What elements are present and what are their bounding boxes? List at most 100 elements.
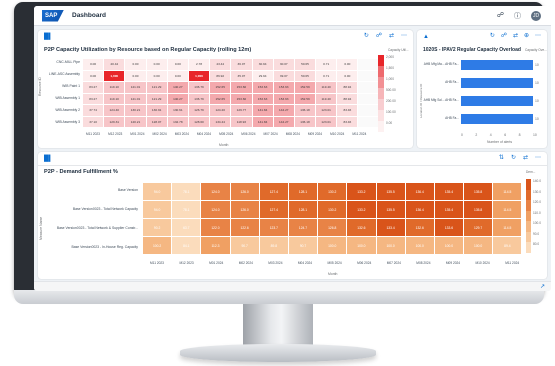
refresh-icon[interactable]: ↻ (364, 32, 369, 39)
heatmap-cell[interactable]: 29.94 (251, 69, 274, 82)
heatmap-cell[interactable]: 153.63 (251, 92, 274, 105)
heatmap-cell[interactable]: 135.4 (433, 182, 465, 201)
heatmap-cell[interactable]: 2.78 (187, 58, 211, 71)
heatmap-cell[interactable]: 63.7 (171, 218, 202, 237)
heatmap-cell[interactable] (357, 104, 380, 117)
link-icon[interactable]: ☍ (376, 32, 382, 39)
zoom-icon[interactable]: ⊕ (524, 32, 529, 39)
heatmap-cell[interactable]: 0.00 (81, 58, 105, 71)
heatmap-cell[interactable]: 136.79 (187, 81, 211, 94)
heatmap-cell[interactable]: 0.00 (145, 69, 168, 82)
heatmap-cell[interactable]: 83.46 (336, 115, 359, 128)
heatmap-cell[interactable]: 84.1 (171, 236, 202, 255)
heatmap-cell[interactable]: 124.0 (200, 200, 231, 219)
heatmap-cell[interactable]: 39.07 (272, 69, 295, 82)
heatmap-cell[interactable]: 132.6 (346, 218, 377, 237)
heatmap-cell[interactable]: 130.2 (317, 182, 348, 201)
heatmap-cell[interactable]: 133.2 (346, 182, 377, 201)
heatmap-cell[interactable]: 120.21 (124, 115, 147, 128)
heatmap-cell[interactable]: 90.2 (141, 218, 173, 237)
heatmap-cell[interactable]: 130.91 (145, 104, 168, 117)
heatmap-cell[interactable]: 124.20 (209, 104, 232, 117)
heatmap-cell[interactable]: 94.0 (141, 200, 173, 219)
heatmap-cell[interactable]: 1,000 (103, 69, 126, 82)
heatmap-cell[interactable]: 100.0 (463, 236, 494, 255)
heatmap-cell[interactable]: 88.94 (336, 81, 359, 94)
heatmap-cell[interactable]: 122.6 (229, 218, 260, 237)
heatmap-cell[interactable]: 141.84 (251, 104, 274, 117)
heatmap-cell[interactable]: 100.0 (404, 236, 435, 255)
heatmap-cell[interactable]: 126.0 (229, 200, 260, 219)
heatmap-cell[interactable]: 152.59 (293, 81, 317, 94)
heatmap-cell[interactable]: 133.4 (375, 218, 406, 237)
heatmap-cell[interactable]: 128.07 (145, 115, 168, 128)
heatmap-cell[interactable]: 114.5 (492, 218, 523, 237)
heatmap-cell[interactable]: 152.65 (209, 81, 232, 94)
refresh-icon[interactable]: ↻ (511, 154, 516, 161)
heatmap-cell[interactable]: 30.07 (272, 58, 295, 71)
heatmap-cell[interactable]: 83.46 (336, 104, 359, 117)
heatmap-cell[interactable]: 0.00 (336, 58, 359, 71)
heatmap-cell[interactable]: 127.4 (258, 200, 289, 219)
heatmap-cell[interactable]: 135.8 (463, 200, 494, 219)
heatmap-cell[interactable]: 40.44 (103, 58, 126, 71)
heatmap-cell[interactable]: 35.07 (230, 69, 253, 82)
heatmap-cell[interactable]: 130.61 (166, 104, 189, 117)
heatmap-cell[interactable]: 89.4 (492, 236, 523, 255)
heatmap-cell[interactable]: 83.27 (81, 81, 105, 94)
heatmap-cell[interactable]: 153.63 (272, 92, 295, 105)
heatmap-cell[interactable]: 123.7 (258, 218, 289, 237)
heatmap-cell[interactable]: 0.71 (315, 69, 338, 82)
heatmap-cell[interactable]: 0.00 (336, 69, 359, 82)
heatmap-cell[interactable]: 119.10 (103, 92, 126, 105)
bar-mark[interactable] (461, 96, 533, 106)
heatmap-cell[interactable]: 140.27 (166, 81, 189, 94)
heatmap-cell[interactable]: 0.00 (166, 58, 189, 71)
heatmap-cell[interactable]: 0.00 (124, 69, 147, 82)
heatmap-cell[interactable]: 0.00 (166, 69, 189, 82)
heatmap-cell[interactable]: 130.2 (317, 200, 348, 219)
heatmap-cell[interactable]: 136.4 (404, 182, 435, 201)
heatmap-cell[interactable]: 136.18 (293, 115, 317, 128)
help-icon[interactable]: ⓘ (514, 11, 521, 21)
heatmap-cell[interactable]: 136.4 (404, 200, 435, 219)
heatmap-cell[interactable]: 119.10 (103, 81, 126, 94)
heatmap-cell[interactable]: 129.7 (463, 218, 494, 237)
heatmap-cell[interactable]: 129.31 (103, 115, 126, 128)
heatmap-cell[interactable] (357, 58, 380, 71)
avatar[interactable]: JD (531, 11, 541, 21)
heatmap-cell[interactable]: 0.00 (145, 58, 168, 71)
heatmap-cell[interactable]: 119.40 (315, 92, 338, 105)
heatmap-cell[interactable]: 50.65 (293, 58, 317, 71)
heatmap-cell[interactable]: 152.65 (209, 92, 232, 105)
heatmap-cell[interactable]: 37.10 (81, 115, 105, 128)
more-icon[interactable]: ⋯ (535, 32, 541, 39)
heatmap-cell[interactable]: 141.84 (251, 115, 274, 128)
heatmap-cell[interactable]: 100.0 (346, 236, 377, 255)
heatmap-cell[interactable]: 90.7 (287, 236, 319, 255)
heatmap-cell[interactable]: 121.29 (145, 92, 168, 105)
heatmap-cell[interactable]: 1,000 (187, 69, 211, 82)
heatmap-cell[interactable]: 37.74 (81, 104, 105, 117)
heatmap-cell[interactable]: 90.7 (229, 236, 260, 255)
heatmap-cell[interactable]: 121.29 (145, 81, 168, 94)
heatmap-cell[interactable]: 94.0 (141, 182, 173, 201)
heatmap-cell[interactable]: 0.00 (81, 69, 105, 82)
heatmap-cell[interactable] (357, 92, 380, 105)
heatmap-cell[interactable]: 78.1 (171, 200, 202, 219)
heatmap-cell[interactable]: 124.0 (200, 182, 231, 201)
heatmap-cell[interactable]: 0.71 (315, 58, 338, 71)
refresh-icon[interactable]: ↻ (490, 32, 495, 39)
swap-icon[interactable]: ⇄ (523, 154, 528, 161)
heatmap-cell[interactable]: 130.21 (124, 104, 147, 117)
bar-mark[interactable] (461, 78, 533, 88)
heatmap-cell[interactable]: 86.92 (209, 69, 232, 82)
heatmap-cell[interactable]: 118.93 (230, 115, 253, 128)
heatmap-cell[interactable] (357, 115, 380, 128)
heatmap-cell[interactable]: 128.1 (287, 182, 319, 201)
heatmap-cell[interactable]: 136.18 (293, 104, 317, 117)
heatmap-cell[interactable]: 134.44 (209, 115, 232, 128)
heatmap-cell[interactable]: 100.0 (317, 236, 348, 255)
heatmap-cell[interactable]: 121.01 (124, 81, 147, 94)
heatmap-cell[interactable]: 133.6 (433, 218, 465, 237)
